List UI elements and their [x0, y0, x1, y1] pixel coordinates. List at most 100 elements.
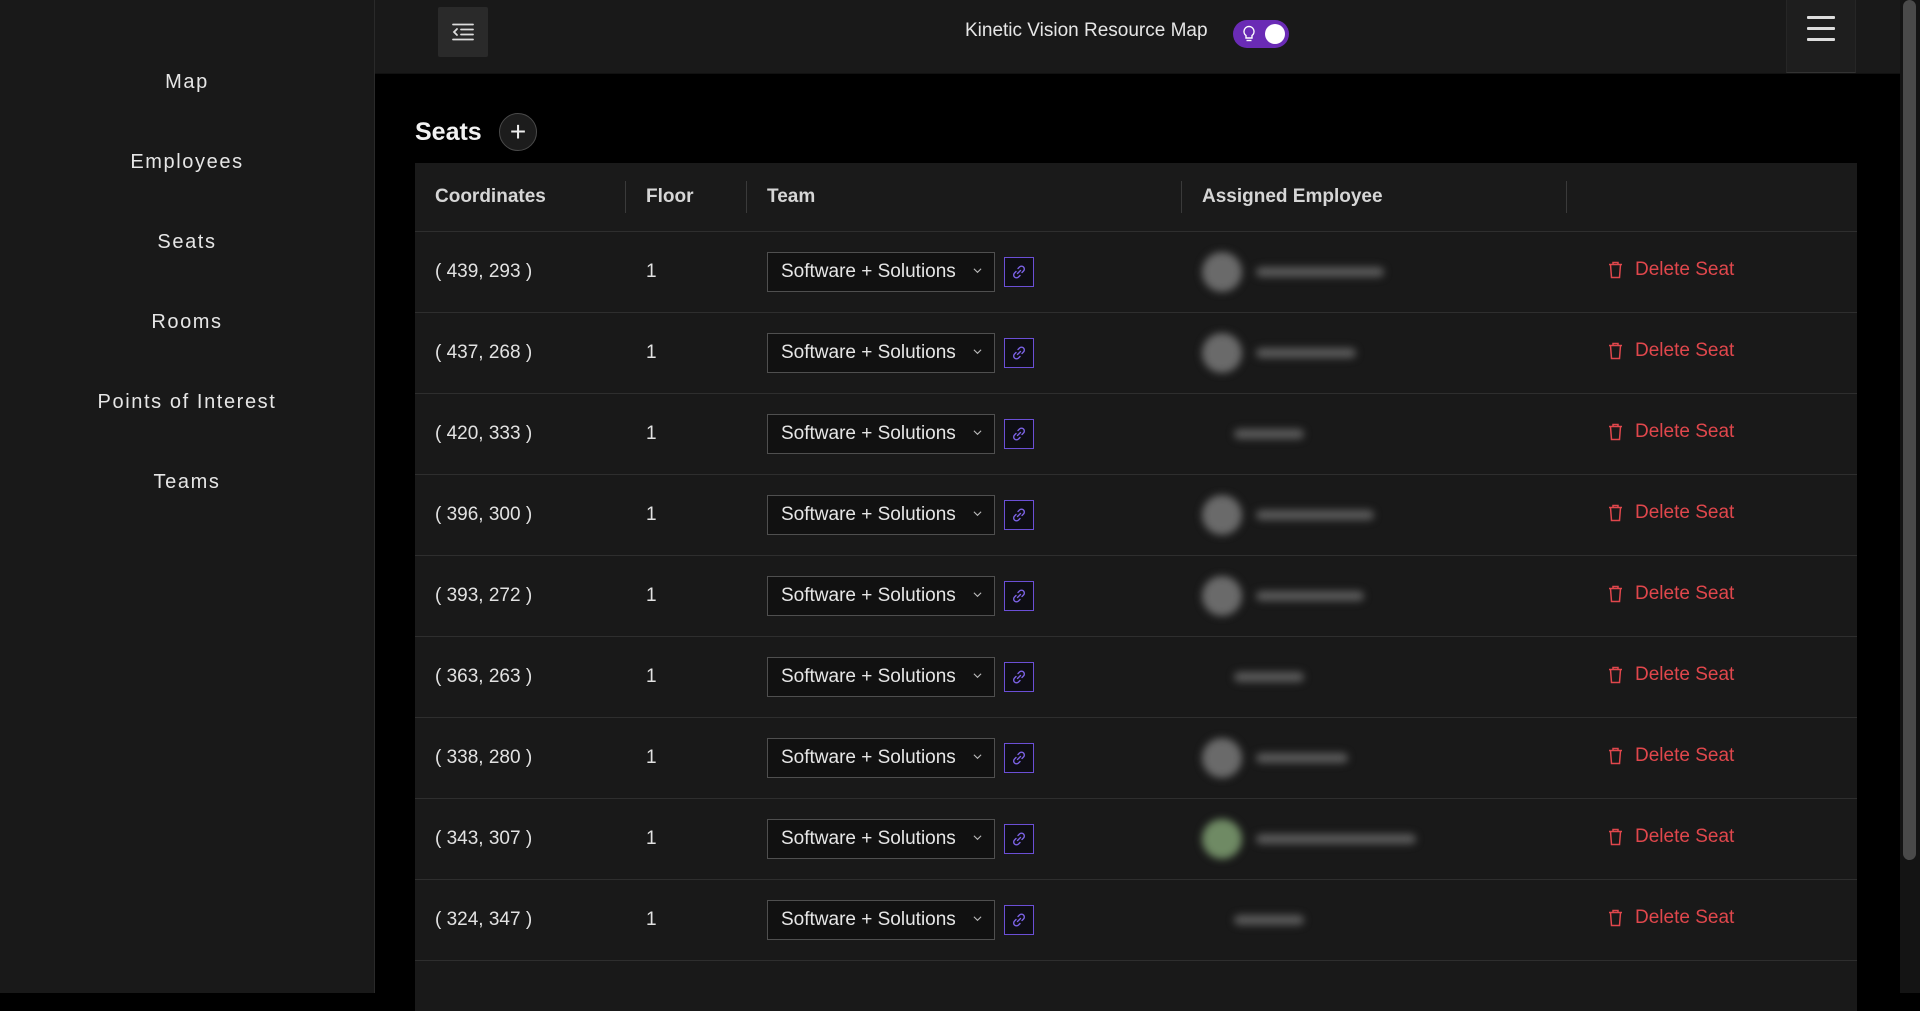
cell-coordinates: ( 393, 272 ): [415, 556, 626, 637]
cell-coordinates: ( 324, 347 ): [415, 880, 626, 961]
column-header-team[interactable]: Team: [747, 163, 1182, 232]
avatar: [1202, 414, 1220, 454]
team-select[interactable]: Software + Solutions: [767, 333, 995, 373]
indent-decrease-icon: [452, 23, 474, 41]
delete-seat-button[interactable]: Delete Seat: [1608, 502, 1734, 524]
cell-floor: 1: [626, 880, 747, 961]
delete-seat-button[interactable]: Delete Seat: [1608, 664, 1734, 686]
delete-seat-label: Delete Seat: [1635, 664, 1734, 686]
assigned-employee-redacted: [1202, 232, 1567, 312]
delete-seat-label: Delete Seat: [1635, 340, 1734, 362]
trash-icon: [1608, 585, 1623, 603]
avatar: [1202, 495, 1242, 535]
delete-seat-button[interactable]: Delete Seat: [1608, 583, 1734, 605]
delete-seat-button[interactable]: Delete Seat: [1608, 745, 1734, 767]
column-header-floor[interactable]: Floor: [626, 163, 747, 232]
delete-seat-label: Delete Seat: [1635, 421, 1734, 443]
chevron-down-icon: [973, 590, 982, 599]
cell-actions: Delete Seat: [1567, 880, 1857, 961]
page-title: Seats: [415, 118, 482, 147]
sidebar-item-teams[interactable]: Teams: [0, 442, 374, 522]
link-seat-button[interactable]: [1004, 662, 1034, 692]
trash-icon: [1608, 261, 1623, 279]
cell-team: Software + Solutions: [747, 637, 1182, 718]
sidebar: Map Employees Seats Rooms Points of Inte…: [0, 0, 375, 993]
chevron-down-icon: [973, 752, 982, 761]
cell-floor: 1: [626, 475, 747, 556]
theme-toggle[interactable]: [1233, 20, 1289, 48]
table-row: ( 363, 263 )1Software + SolutionsDelete …: [415, 637, 1857, 718]
team-select[interactable]: Software + Solutions: [767, 900, 995, 940]
team-select-value: Software + Solutions: [781, 261, 956, 282]
avatar: [1202, 252, 1242, 292]
assigned-employee-redacted: [1202, 799, 1567, 879]
team-select[interactable]: Software + Solutions: [767, 738, 995, 778]
team-select[interactable]: Software + Solutions: [767, 414, 995, 454]
sidebar-item-map[interactable]: Map: [0, 42, 374, 122]
team-select[interactable]: Software + Solutions: [767, 819, 995, 859]
table-row: ( 420, 333 )1Software + SolutionsDelete …: [415, 394, 1857, 475]
delete-seat-button[interactable]: Delete Seat: [1608, 421, 1734, 443]
sidebar-item-seats[interactable]: Seats: [0, 202, 374, 282]
sidebar-item-rooms[interactable]: Rooms: [0, 282, 374, 362]
assigned-employee-redacted: [1202, 313, 1567, 393]
collapse-sidebar-button[interactable]: [438, 7, 488, 57]
cell-actions: Delete Seat: [1567, 799, 1857, 880]
column-header-assigned-employee[interactable]: Assigned Employee: [1182, 163, 1567, 232]
scrollbar-thumb[interactable]: [1903, 0, 1916, 860]
cell-actions: Delete Seat: [1567, 556, 1857, 637]
cell-coordinates: ( 363, 263 ): [415, 637, 626, 718]
employee-name-redacted: [1234, 429, 1304, 439]
link-seat-button[interactable]: [1004, 338, 1034, 368]
team-select-value: Software + Solutions: [781, 666, 956, 687]
cell-actions: Delete Seat: [1567, 394, 1857, 475]
hamburger-menu-button[interactable]: [1786, 0, 1856, 73]
add-seat-button[interactable]: +: [499, 113, 537, 151]
delete-seat-label: Delete Seat: [1635, 745, 1734, 767]
trash-icon: [1608, 828, 1623, 846]
delete-seat-button[interactable]: Delete Seat: [1608, 907, 1734, 929]
cell-assigned-employee: [1182, 313, 1567, 394]
column-header-coordinates[interactable]: Coordinates: [415, 163, 626, 232]
cell-floor: 1: [626, 556, 747, 637]
delete-seat-button[interactable]: Delete Seat: [1608, 340, 1734, 362]
delete-seat-button[interactable]: Delete Seat: [1608, 826, 1734, 848]
delete-seat-button[interactable]: Delete Seat: [1608, 259, 1734, 281]
sidebar-item-employees[interactable]: Employees: [0, 122, 374, 202]
avatar: [1202, 738, 1242, 778]
assigned-employee-redacted: [1202, 637, 1567, 717]
sidebar-item-points-of-interest[interactable]: Points of Interest: [0, 362, 374, 442]
cell-team: Software + Solutions: [747, 718, 1182, 799]
cell-assigned-employee: [1182, 961, 1567, 1011]
table-row: [415, 961, 1857, 1011]
chevron-down-icon: [973, 266, 982, 275]
trash-icon: [1608, 504, 1623, 522]
team-select[interactable]: Software + Solutions: [767, 252, 995, 292]
cell-actions: Delete Seat: [1567, 313, 1857, 394]
employee-name-redacted: [1256, 834, 1416, 844]
avatar: [1202, 657, 1220, 697]
link-seat-button[interactable]: [1004, 743, 1034, 773]
link-seat-button[interactable]: [1004, 824, 1034, 854]
trash-icon: [1608, 747, 1623, 765]
team-select[interactable]: Software + Solutions: [767, 657, 995, 697]
table-header-row: Coordinates Floor Team Assigned Employee: [415, 163, 1857, 232]
cell-coordinates: ( 396, 300 ): [415, 475, 626, 556]
link-seat-button[interactable]: [1004, 905, 1034, 935]
page-scrollbar[interactable]: [1900, 0, 1920, 993]
team-select[interactable]: Software + Solutions: [767, 576, 995, 616]
avatar: [1202, 333, 1242, 373]
team-select-value: Software + Solutions: [781, 747, 956, 768]
delete-seat-label: Delete Seat: [1635, 826, 1734, 848]
cell-team: Software + Solutions: [747, 475, 1182, 556]
link-seat-button[interactable]: [1004, 419, 1034, 449]
link-seat-button[interactable]: [1004, 500, 1034, 530]
assigned-employee-redacted: [1202, 394, 1567, 474]
link-seat-button[interactable]: [1004, 257, 1034, 287]
link-seat-button[interactable]: [1004, 581, 1034, 611]
employee-name-redacted: [1234, 915, 1304, 925]
cell-floor: 1: [626, 313, 747, 394]
cell-actions: Delete Seat: [1567, 475, 1857, 556]
team-select[interactable]: Software + Solutions: [767, 495, 995, 535]
chevron-down-icon: [973, 671, 982, 680]
